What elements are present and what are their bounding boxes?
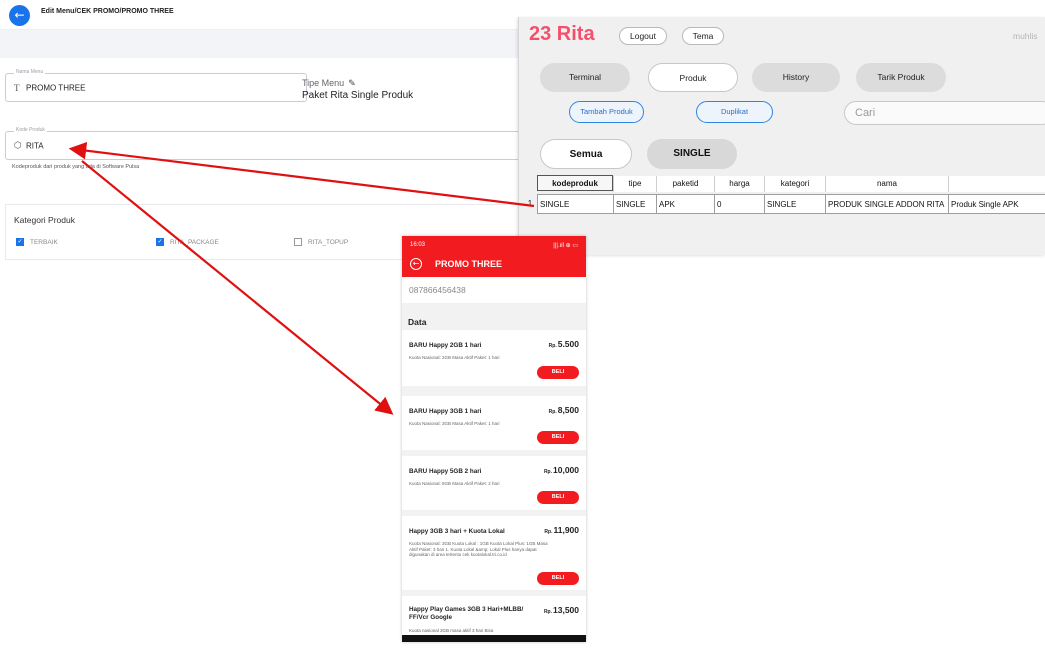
currency-label: Rp. bbox=[548, 409, 557, 415]
box-icon: ⬡ bbox=[14, 140, 22, 151]
nav-tarik-produk[interactable]: Tarik Produk bbox=[856, 63, 946, 92]
kategori-label: TERBAIK bbox=[30, 238, 58, 246]
currency-label: Rp. bbox=[543, 469, 552, 475]
column-header[interactable]: harga bbox=[714, 176, 764, 192]
section-title: Data bbox=[408, 317, 427, 327]
logout-button[interactable]: Logout bbox=[619, 27, 667, 45]
row-index: 1 bbox=[523, 194, 537, 214]
search-input[interactable]: Cari bbox=[844, 101, 1045, 125]
username: muhlis bbox=[1013, 31, 1038, 41]
kode-produk-helper: Kodeproduk dari produk yang ada di Softw… bbox=[12, 164, 140, 170]
product-card[interactable]: BARU Happy 3GB 1 hari Rp.8,500 Kuota Nas… bbox=[402, 396, 586, 450]
checkbox-checked-icon[interactable]: ✓ bbox=[16, 238, 24, 246]
search-placeholder: Cari bbox=[855, 107, 876, 119]
back-arrow-icon[interactable]: ← bbox=[9, 5, 30, 26]
phone-number-box: 087866456438 bbox=[402, 277, 586, 303]
tema-button[interactable]: Tema bbox=[682, 27, 724, 45]
product-price: Rp.11,900 bbox=[544, 525, 579, 535]
beli-button[interactable]: BELI bbox=[537, 572, 579, 585]
beli-button[interactable]: BELI bbox=[537, 366, 579, 379]
nav-history[interactable]: History bbox=[752, 63, 840, 92]
kode-produk-label: Kode Produk bbox=[14, 127, 47, 133]
kode-produk-field[interactable]: Kode Produk ⬡ RITA bbox=[5, 127, 520, 160]
column-header[interactable]: paketid bbox=[656, 176, 714, 192]
product-desc: Kuota nasional 3GB masa aktif 3 hari Bis… bbox=[409, 628, 494, 633]
text-icon: T bbox=[14, 82, 20, 93]
desktop-app-window: 23 Rita Logout Tema muhlis Terminal Prod… bbox=[518, 17, 1045, 255]
app-brand: 23 Rita bbox=[529, 23, 595, 45]
currency-label: Rp. bbox=[548, 343, 557, 349]
phone-number: 087866456438 bbox=[409, 285, 466, 295]
column-header[interactable]: kategori bbox=[764, 176, 825, 192]
product-desc: Kuota Nasional: 3GB Kuota Lokal : 1GB Ku… bbox=[409, 541, 548, 558]
product-desc: Kuota Nasional: 3GB Masa Aktif Paket: 1 … bbox=[409, 421, 500, 426]
table-cell[interactable]: APK bbox=[656, 194, 714, 214]
currency-label: Rp. bbox=[544, 529, 553, 535]
product-name: Happy 3GB 3 hari + Kuota Lokal bbox=[409, 528, 505, 535]
price-value: 11,900 bbox=[553, 525, 579, 535]
column-header[interactable]: kodeproduk bbox=[537, 175, 613, 191]
duplikat-button[interactable]: Duplikat bbox=[696, 101, 773, 123]
beli-button[interactable]: BELI bbox=[537, 491, 579, 504]
checkbox-checked-icon[interactable]: ✓ bbox=[156, 238, 164, 246]
nama-menu-field[interactable]: Nama Menu T PROMO THREE bbox=[5, 69, 307, 102]
table-cell[interactable]: SINGLE bbox=[613, 194, 656, 214]
price-value: 13,500 bbox=[553, 605, 579, 615]
column-header[interactable]: tipe bbox=[613, 176, 656, 192]
phone-nav-bar bbox=[402, 635, 586, 642]
filter-single[interactable]: SINGLE bbox=[647, 139, 737, 169]
phone-title: PROMO THREE bbox=[435, 259, 503, 269]
product-name: BARU Happy 2GB 1 hari bbox=[409, 342, 482, 349]
product-price: Rp.5.500 bbox=[549, 339, 579, 349]
status-time: 16:03 bbox=[410, 242, 426, 248]
column-header[interactable]: nama bbox=[825, 176, 948, 192]
kategori-label: RITA_TOPUP bbox=[308, 238, 349, 246]
table-cell[interactable]: Produk Single APK bbox=[948, 194, 1045, 214]
product-desc: Kuota Nasional: 5GB Masa Aktif Paket: 2 … bbox=[409, 481, 500, 486]
table-cell[interactable]: 0 bbox=[714, 194, 764, 214]
kategori-checkbox-rita-package[interactable]: ✓ RITA_PACKAGE bbox=[156, 238, 219, 246]
nav-terminal[interactable]: Terminal bbox=[540, 63, 630, 92]
currency-label: Rp. bbox=[543, 609, 552, 615]
table-cell[interactable]: PRODUK SINGLE ADDON RITA bbox=[825, 194, 948, 214]
product-name: BARU Happy 3GB 1 hari bbox=[409, 408, 482, 415]
kategori-checkbox-terbaik[interactable]: ✓ TERBAIK bbox=[16, 238, 58, 246]
tipe-menu-label-text: Tipe Menu bbox=[302, 78, 345, 88]
product-price: Rp.8,500 bbox=[549, 405, 579, 415]
column-header[interactable] bbox=[948, 176, 1045, 192]
price-value: 5.500 bbox=[557, 339, 579, 349]
tipe-menu-value: Paket Rita Single Produk bbox=[302, 90, 414, 101]
phone-header: 16:03 |||.ıll ⊕ ▭ ← PROMO THREE bbox=[402, 236, 586, 277]
nav-produk[interactable]: Produk bbox=[648, 63, 738, 92]
product-price: Rp.13,500 bbox=[544, 605, 579, 615]
pencil-icon[interactable]: ✎ bbox=[348, 78, 356, 88]
checkbox-empty-icon[interactable] bbox=[294, 238, 302, 246]
product-name: BARU Happy 5GB 2 hari bbox=[409, 468, 482, 475]
price-value: 10,000 bbox=[553, 465, 579, 475]
kategori-title: Kategori Produk bbox=[14, 215, 75, 225]
beli-button[interactable]: BELI bbox=[537, 431, 579, 444]
phone-screen: 16:03 |||.ıll ⊕ ▭ ← PROMO THREE 08786645… bbox=[402, 236, 586, 642]
tambah-produk-button[interactable]: Tambah Produk bbox=[569, 101, 644, 123]
tipe-menu-label: Tipe Menu ✎ bbox=[302, 78, 356, 89]
kategori-checkbox-rita-topup[interactable]: RITA_TOPUP bbox=[294, 238, 348, 246]
filter-semua[interactable]: Semua bbox=[540, 139, 632, 169]
page-title: Edit Menu/CEK PROMO/PROMO THREE bbox=[41, 8, 174, 15]
table-cell[interactable]: SINGLE bbox=[764, 194, 825, 214]
product-name: Happy Play Games 3GB 3 Hari+MLBB/ FF/Vcr… bbox=[409, 606, 524, 621]
nama-menu-label: Nama Menu bbox=[14, 69, 46, 75]
product-price: Rp.10,000 bbox=[544, 465, 579, 475]
nama-menu-value: PROMO THREE bbox=[26, 83, 86, 92]
product-card[interactable]: BARU Happy 2GB 1 hari Rp.5.500 Kuota Nas… bbox=[402, 330, 586, 386]
product-card[interactable]: BARU Happy 5GB 2 hari Rp.10,000 Kuota Na… bbox=[402, 456, 586, 510]
price-value: 8,500 bbox=[557, 405, 579, 415]
table-cell[interactable]: SINGLE bbox=[537, 194, 613, 214]
kode-produk-value: RITA bbox=[26, 141, 44, 150]
back-arrow-icon[interactable]: ← bbox=[410, 258, 422, 270]
product-card[interactable]: Happy 3GB 3 hari + Kuota Lokal Rp.11,900… bbox=[402, 516, 586, 590]
kategori-label: RITA_PACKAGE bbox=[170, 238, 219, 246]
status-icons: |||.ıll ⊕ ▭ bbox=[553, 243, 578, 249]
product-desc: Kuota Nasional: 2GB Masa Aktif Paket: 1 … bbox=[409, 355, 500, 360]
